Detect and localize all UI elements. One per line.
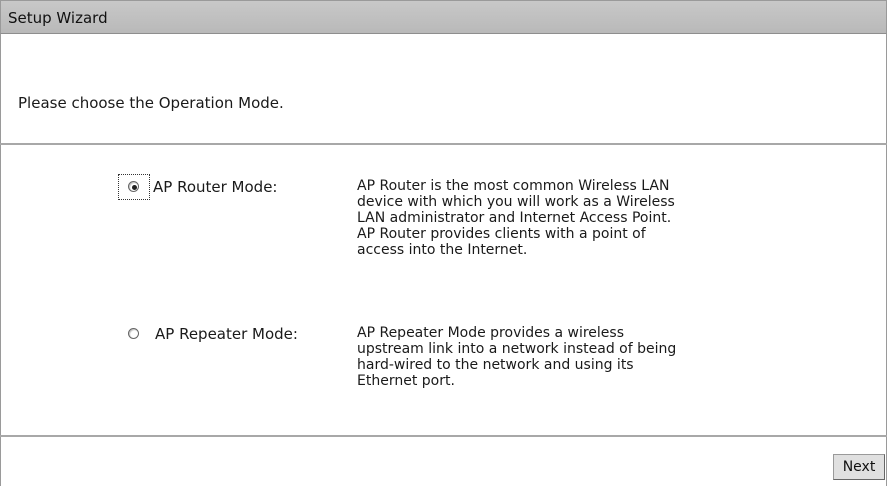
repeater-mode-label[interactable]: AP Repeater Mode: — [155, 325, 298, 343]
setup-wizard: Setup Wizard Please choose the Operation… — [0, 0, 887, 486]
next-button[interactable]: Next — [833, 454, 885, 480]
radio-selected-dot — [132, 185, 137, 190]
wizard-footer: Next — [0, 437, 887, 486]
page-title: Setup Wizard — [8, 9, 108, 27]
repeater-mode-description: AP Repeater Mode provides a wireless ups… — [357, 325, 677, 389]
intro-section: Please choose the Operation Mode. — [0, 34, 887, 143]
wizard-header: Setup Wizard — [0, 0, 887, 34]
intro-text: Please choose the Operation Mode. — [18, 94, 284, 112]
repeater-mode-radio[interactable] — [128, 328, 139, 339]
operation-mode-options: AP Router Mode: AP Router is the most co… — [0, 145, 887, 435]
router-mode-label[interactable]: AP Router Mode: — [153, 178, 277, 196]
router-mode-radio[interactable] — [128, 181, 139, 192]
router-mode-description: AP Router is the most common Wireless LA… — [357, 178, 675, 258]
